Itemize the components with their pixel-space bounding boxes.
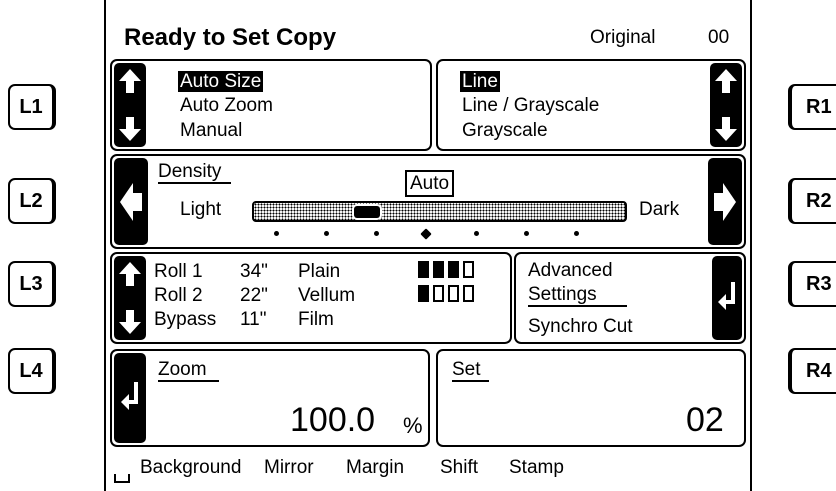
arrow-left-icon <box>120 182 142 221</box>
media-row-size: 22" <box>240 285 268 306</box>
density-step-marker <box>373 231 379 236</box>
lcd-screen: Ready to Set Copy Original 00 Auto Size … <box>104 0 752 491</box>
mode-scroll-bar[interactable] <box>710 63 742 147</box>
density-auto-button[interactable]: Auto <box>405 170 455 197</box>
zoom-enter-button[interactable] <box>114 353 146 443</box>
bottom-background[interactable]: Background <box>140 458 241 477</box>
density-step-marker <box>523 231 529 236</box>
arrow-down-icon[interactable] <box>118 309 142 335</box>
density-step-marker <box>420 228 432 240</box>
density-slider-track[interactable] <box>252 201 627 222</box>
r4-key[interactable]: R4 <box>788 348 836 394</box>
arrow-up-icon[interactable] <box>118 261 142 287</box>
size-option-auto-size[interactable]: Auto Size <box>178 71 264 92</box>
l4-key[interactable]: L4 <box>8 348 56 394</box>
density-step-marker <box>573 231 579 236</box>
media-row-size: 34" <box>240 261 268 282</box>
l3-key[interactable]: L3 <box>8 261 56 307</box>
mode-option-line-grayscale[interactable]: Line / Grayscale <box>462 96 599 115</box>
enter-icon <box>718 282 735 310</box>
density-light-label: Light <box>180 199 222 220</box>
enter-icon <box>121 382 138 410</box>
advanced-enter-button[interactable] <box>712 256 742 340</box>
media-row-name: Roll 1 <box>154 261 203 282</box>
bottom-mirror[interactable]: Mirror <box>264 458 314 477</box>
media-level-segment <box>463 261 474 278</box>
media-row-size: 11" <box>240 309 267 330</box>
advanced-label: Advanced <box>528 260 613 281</box>
bottom-shift[interactable]: Shift <box>440 458 478 477</box>
density-step-markers <box>252 228 627 240</box>
mode-option-line[interactable]: Line <box>460 71 500 92</box>
size-scroll-bar[interactable] <box>114 63 146 147</box>
media-row-type: Vellum <box>298 285 356 306</box>
r3-key[interactable]: R3 <box>788 261 836 307</box>
media-row-type: Plain <box>298 261 341 282</box>
media-row-name: Bypass <box>154 309 217 330</box>
density-label: Density <box>158 161 232 184</box>
media-level-segment <box>433 261 444 278</box>
zoom-value: 100.0 <box>290 401 376 439</box>
r1-key[interactable]: R1 <box>788 84 836 130</box>
bottom-stamp[interactable]: Stamp <box>509 458 564 477</box>
r2-key[interactable]: R2 <box>788 178 836 224</box>
zoom-label: Zoom <box>158 359 219 382</box>
original-label: Original <box>590 27 656 48</box>
density-slider-thumb[interactable] <box>354 206 380 218</box>
media-level-segment <box>433 285 444 302</box>
media-level-gauge <box>418 261 478 278</box>
media-level-segment <box>418 261 429 278</box>
bottom-bracket-icon <box>114 474 130 483</box>
mode-option-grayscale[interactable]: Grayscale <box>462 121 548 140</box>
arrow-up-icon[interactable] <box>118 68 142 94</box>
media-level-segment <box>448 285 459 302</box>
media-level-gauge <box>418 285 478 302</box>
zoom-unit: % <box>403 413 423 438</box>
zoom-panel[interactable]: Zoom 100.0 % <box>110 349 430 447</box>
size-option-auto-zoom[interactable]: Auto Zoom <box>180 96 273 115</box>
bottom-margin[interactable]: Margin <box>346 458 404 477</box>
original-count: 00 <box>708 27 730 48</box>
l2-key[interactable]: L2 <box>8 178 56 224</box>
arrow-up-icon[interactable] <box>714 68 738 94</box>
arrow-down-icon[interactable] <box>118 116 142 142</box>
media-row-name: Roll 2 <box>154 285 203 306</box>
synchro-cut-label: Synchro Cut <box>528 316 633 337</box>
density-increase-button[interactable] <box>708 158 742 245</box>
media-level-segment <box>463 285 474 302</box>
density-step-marker <box>473 231 479 236</box>
mode-panel[interactable]: Line Line / Grayscale Grayscale <box>436 59 746 151</box>
density-panel: Density Auto Light Dark <box>110 154 746 249</box>
l1-key[interactable]: L1 <box>8 84 56 130</box>
status-title: Ready to Set Copy <box>124 24 337 51</box>
media-scroll-bar[interactable] <box>114 256 146 340</box>
size-option-manual[interactable]: Manual <box>180 121 242 140</box>
media-level-segment <box>448 261 459 278</box>
density-step-marker <box>323 231 329 236</box>
advanced-settings-panel[interactable]: Advanced Settings Synchro Cut <box>514 252 746 344</box>
set-panel[interactable]: Set 02 <box>436 349 746 447</box>
density-dark-label: Dark <box>639 199 680 220</box>
size-panel[interactable]: Auto Size Auto Zoom Manual <box>110 59 432 151</box>
media-panel[interactable]: Roll 1 34" Plain Roll 2 22" Vellum Bypass 11" Fi… <box>110 252 512 344</box>
arrow-down-icon[interactable] <box>714 116 738 142</box>
set-label: Set <box>452 359 489 382</box>
settings-label: Settings <box>528 284 627 307</box>
arrow-right-icon <box>714 182 736 221</box>
density-step-marker <box>273 231 279 236</box>
set-value: 02 <box>686 401 724 439</box>
media-row-type: Film <box>298 309 334 330</box>
media-level-segment <box>418 285 429 302</box>
density-decrease-button[interactable] <box>114 158 148 245</box>
